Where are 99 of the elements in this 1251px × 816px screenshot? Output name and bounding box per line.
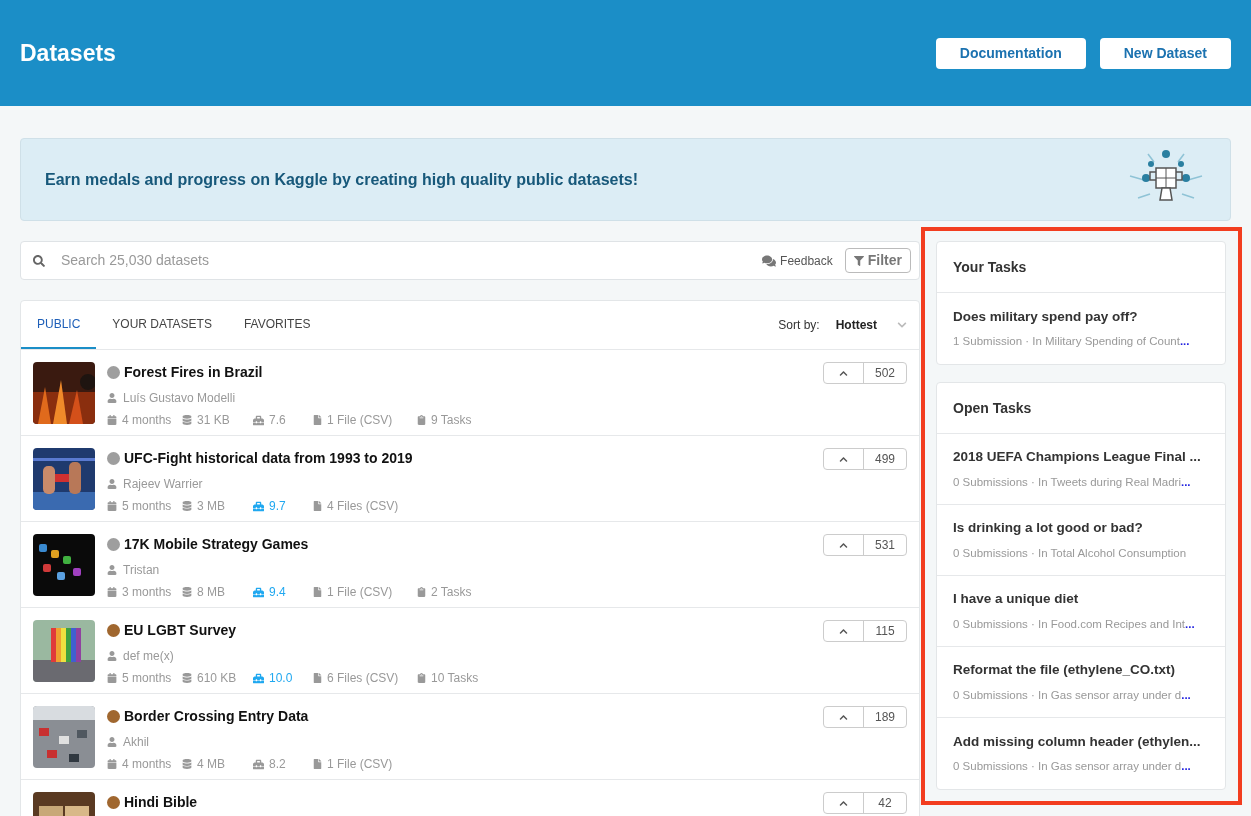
chevron-down-icon xyxy=(897,320,907,330)
chevron-up-icon xyxy=(839,454,848,464)
task-meta: 0 Submissions · In Gas sensor array under d xyxy=(953,687,1182,703)
more-link[interactable]: ... xyxy=(1181,758,1191,776)
dataset-title[interactable]: Hindi Bible xyxy=(124,792,198,813)
dataset-age: 4 months xyxy=(122,412,173,429)
dataset-size: 31 KB xyxy=(197,412,231,429)
dataset-title[interactable]: UFC-Fight historical data from 1993 to 2019 xyxy=(124,448,413,469)
task-meta: 0 Submissions · In Tweets during Real Madri xyxy=(953,474,1181,490)
tab[interactable]: YOUR DATASETS xyxy=(96,301,228,349)
task-meta: 0 Submissions · In Total Alcohol Consumption xyxy=(953,545,1187,561)
chat-icon xyxy=(762,253,777,268)
banner-text: Earn medals and progress on Kaggle by creating high quality public datasets! xyxy=(45,169,638,190)
header-button[interactable]: New Dataset xyxy=(1099,37,1231,69)
task-title[interactable]: 2018 UEFA Champions League Final ... xyxy=(953,447,1209,468)
filter-button[interactable]: Filter xyxy=(844,248,911,273)
file-count: 1 File (CSV) xyxy=(327,756,394,773)
tab[interactable]: FAVORITES xyxy=(227,301,327,349)
feedback-link[interactable]: Feedback xyxy=(780,251,833,270)
file-icon xyxy=(313,587,322,597)
database-icon xyxy=(182,501,192,511)
chevron-up-icon xyxy=(839,626,848,636)
more-link[interactable]: ... xyxy=(1181,686,1191,704)
vote-count: 189 xyxy=(874,709,896,726)
dataset-size: 610 KB xyxy=(197,670,238,687)
clipboard-icon xyxy=(417,587,426,597)
dataset-age: 4 months xyxy=(122,756,173,773)
search-field[interactable]: Search 25,030 datasets Feedback Filter xyxy=(20,241,920,280)
vote-count: 42 xyxy=(877,795,893,812)
usability-score: 9.4 xyxy=(269,584,287,601)
chevron-up-icon xyxy=(839,712,848,722)
task-meta: 0 Submissions · In Gas sensor array under d xyxy=(953,759,1182,774)
task-title[interactable]: I have a unique diet xyxy=(953,589,1209,610)
calendar-icon xyxy=(107,759,117,769)
user-icon xyxy=(107,479,117,489)
filter-icon xyxy=(853,255,864,266)
vote-count: 115 xyxy=(874,623,896,640)
chevron-up-icon xyxy=(839,540,848,550)
task-meta: 1 Submission · In Military Spending of Count xyxy=(953,334,1180,349)
vote-count: 499 xyxy=(874,451,896,468)
file-icon xyxy=(313,673,322,683)
sort-label: Sort by: xyxy=(778,317,820,334)
header-button[interactable]: Documentation xyxy=(935,37,1086,69)
dataset-age: 5 months xyxy=(122,670,173,687)
search-icon xyxy=(33,254,45,267)
usability-score: 7.6 xyxy=(269,412,287,429)
clipboard-icon xyxy=(417,415,426,425)
more-link[interactable]: ... xyxy=(1185,615,1195,633)
clipboard-icon xyxy=(417,673,426,683)
task-count: 2 Tasks xyxy=(431,584,472,601)
more-link[interactable]: ... xyxy=(1181,473,1191,491)
task-count: 9 Tasks xyxy=(431,412,472,429)
vote-count: 502 xyxy=(874,365,896,382)
tab[interactable]: PUBLIC xyxy=(21,301,97,349)
more-link[interactable]: ... xyxy=(1179,333,1190,351)
file-count: 4 Files (CSV) xyxy=(327,498,400,515)
dataset-title[interactable]: EU LGBT Survey xyxy=(124,620,237,641)
chevron-up-icon xyxy=(839,368,848,378)
usability-score: 10.0 xyxy=(269,670,294,687)
dataset-age: 3 months xyxy=(122,584,173,601)
chevron-up-icon xyxy=(839,798,848,808)
user-icon xyxy=(107,565,117,575)
task-title[interactable]: Does military spend pay off? xyxy=(953,306,1209,327)
database-icon xyxy=(182,759,192,769)
sort-dropdown[interactable]: Hottest xyxy=(835,316,907,334)
card-title: Your Tasks xyxy=(953,257,1027,277)
calendar-icon xyxy=(107,415,117,425)
file-count: 6 Files (CSV) xyxy=(327,670,400,687)
dataset-size: 8 MB xyxy=(197,584,226,601)
dataset-size: 4 MB xyxy=(197,756,226,773)
file-icon xyxy=(313,415,322,425)
task-title[interactable]: Add missing column header (ethylen... xyxy=(953,731,1209,752)
calendar-icon xyxy=(107,501,117,511)
dataset-age: 5 months xyxy=(122,498,173,515)
usability-score: 8.2 xyxy=(269,756,287,773)
file-icon xyxy=(313,759,322,769)
vote-count: 531 xyxy=(874,537,896,554)
calendar-icon xyxy=(107,587,117,597)
dataset-title[interactable]: Border Crossing Entry Data xyxy=(124,706,309,727)
file-icon xyxy=(313,501,322,511)
database-icon xyxy=(182,415,192,425)
user-icon xyxy=(107,737,117,747)
database-icon xyxy=(182,587,192,597)
user-icon xyxy=(107,651,117,661)
file-count: 1 File (CSV) xyxy=(327,412,394,429)
usability-score: 9.7 xyxy=(269,498,287,515)
database-icon xyxy=(182,673,192,683)
dataset-title[interactable]: Forest Fires in Brazil xyxy=(124,362,263,383)
file-count: 1 File (CSV) xyxy=(327,584,394,601)
task-count: 10 Tasks xyxy=(431,670,479,687)
task-meta: 0 Submissions · In Food.com Recipes and Int xyxy=(953,616,1186,632)
dataset-title[interactable]: 17K Mobile Strategy Games xyxy=(124,534,309,555)
dataset-size: 3 MB xyxy=(197,498,226,515)
calendar-icon xyxy=(107,673,117,683)
task-title[interactable]: Reformat the file (ethylene_CO.txt) xyxy=(953,660,1209,681)
task-title[interactable]: Is drinking a lot good or bad? xyxy=(953,518,1209,539)
page-title: Datasets xyxy=(20,38,116,68)
card-title: Open Tasks xyxy=(953,398,1032,418)
user-icon xyxy=(107,393,117,403)
